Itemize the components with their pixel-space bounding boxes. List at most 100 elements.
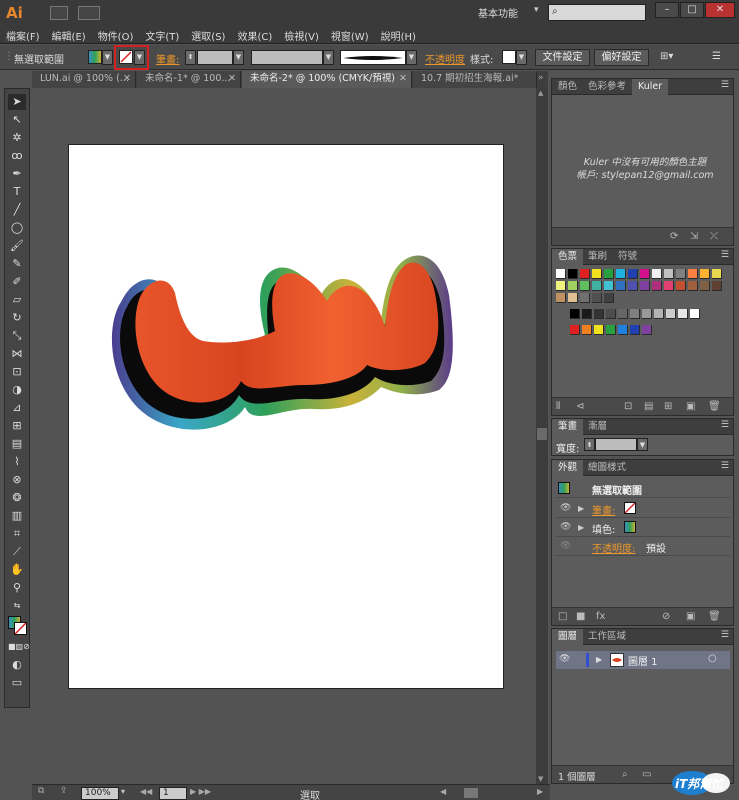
arrange-icon[interactable]: ⊞▾ bbox=[660, 51, 673, 62]
color-swatch[interactable] bbox=[556, 293, 566, 303]
tab-layers[interactable]: 圖層 bbox=[552, 629, 584, 645]
vertical-scrollbar[interactable]: ▲ ▼ bbox=[536, 88, 548, 784]
color-swatch[interactable] bbox=[640, 269, 650, 279]
eye-icon[interactable]: 👁 bbox=[560, 541, 571, 551]
color-swatch[interactable] bbox=[580, 281, 590, 291]
brush-dropdown-arrow[interactable]: ▼ bbox=[406, 50, 417, 65]
color-swatch[interactable] bbox=[700, 269, 710, 279]
color-swatch[interactable] bbox=[592, 281, 602, 291]
close-icon[interactable]: ✕ bbox=[123, 71, 131, 87]
variable-width-profile[interactable] bbox=[251, 50, 323, 65]
first-artboard-icon[interactable]: ◀◀ bbox=[140, 787, 152, 796]
share-icon[interactable]: ⇪ bbox=[60, 786, 68, 796]
panel-menu-icon[interactable]: ☰ bbox=[721, 630, 729, 640]
rotate-tool-icon[interactable]: ↻ bbox=[8, 310, 26, 326]
menu-effect[interactable]: 效果(C) bbox=[231, 26, 278, 44]
tab-untitled-1[interactable]: 未命名-1* @ 100... ✕ bbox=[137, 71, 241, 88]
appearance-fill-row[interactable]: 👁 ▶ 填色: bbox=[556, 519, 730, 537]
current-tool-status[interactable]: 選取 bbox=[300, 787, 320, 800]
color-group-swatch[interactable] bbox=[594, 325, 604, 335]
layer-name[interactable]: 圖層 1 bbox=[628, 653, 658, 668]
new-folder-icon[interactable]: ⊞ bbox=[664, 401, 672, 412]
color-group-swatch[interactable] bbox=[606, 325, 616, 335]
add-effect-icon[interactable]: fx bbox=[596, 611, 605, 622]
next-artboard-icon[interactable]: ▶ ▶▶ bbox=[190, 787, 211, 796]
eraser-tool-icon[interactable]: ▱ bbox=[8, 292, 26, 308]
color-swatch[interactable] bbox=[700, 281, 710, 291]
appearance-opacity-label[interactable]: 不透明度: bbox=[592, 540, 635, 555]
direct-selection-tool-icon[interactable]: ↖ bbox=[8, 112, 26, 128]
color-swatch[interactable] bbox=[556, 281, 566, 291]
color-swatch[interactable] bbox=[556, 269, 566, 279]
gray-swatch[interactable] bbox=[666, 309, 676, 319]
style-dropdown-arrow[interactable]: ▼ bbox=[516, 50, 527, 65]
settings-icon[interactable]: ⤫ bbox=[710, 231, 718, 242]
color-swatch[interactable] bbox=[568, 269, 578, 279]
bridge-icon[interactable] bbox=[50, 6, 68, 20]
free-transform-tool-icon[interactable]: ⊡ bbox=[8, 364, 26, 380]
scroll-down-icon[interactable]: ▼ bbox=[538, 775, 543, 783]
color-mode-icon[interactable]: ■▨⊘ bbox=[8, 639, 30, 655]
panel-menu-icon[interactable]: ☰ bbox=[721, 461, 729, 471]
appearance-stroke-row[interactable]: 👁 ▶ 筆畫: bbox=[556, 500, 730, 518]
tab-swatches[interactable]: 色票 bbox=[552, 249, 584, 265]
color-swatch[interactable] bbox=[688, 281, 698, 291]
weight-dropdown[interactable]: ▼ bbox=[637, 438, 648, 451]
zoom-level-field[interactable]: 100% bbox=[81, 787, 119, 800]
expand-triangle-icon[interactable]: ▶ bbox=[596, 655, 602, 664]
color-swatch[interactable] bbox=[676, 281, 686, 291]
color-swatch[interactable] bbox=[616, 281, 626, 291]
panel-menu-icon[interactable]: ☰ bbox=[721, 420, 729, 430]
selection-tool-icon[interactable]: ➤ bbox=[8, 94, 26, 110]
artboard-tool-icon[interactable]: ⌗ bbox=[8, 526, 26, 542]
color-swatch[interactable] bbox=[592, 293, 602, 303]
gray-swatch[interactable] bbox=[618, 309, 628, 319]
menu-edit[interactable]: 編輯(E) bbox=[46, 26, 92, 44]
clipping-mask-icon[interactable]: ▭ bbox=[642, 769, 651, 780]
maximize-button[interactable]: □ bbox=[680, 2, 704, 18]
menu-view[interactable]: 檢視(V) bbox=[278, 26, 325, 44]
perspective-grid-tool-icon[interactable]: ⊿ bbox=[8, 400, 26, 416]
swatch-kind-icon[interactable]: ⊲ bbox=[576, 401, 584, 412]
stroke-weight-field[interactable] bbox=[197, 50, 233, 65]
screen-mode-icon[interactable]: ▭ bbox=[8, 675, 26, 691]
menu-select[interactable]: 選取(S) bbox=[185, 26, 231, 44]
gray-swatch[interactable] bbox=[570, 309, 580, 319]
color-group-swatch[interactable] bbox=[630, 325, 640, 335]
eye-icon[interactable]: 👁 bbox=[560, 503, 571, 513]
menu-window[interactable]: 視窗(W) bbox=[325, 26, 375, 44]
blob-brush-tool-icon[interactable]: ✐ bbox=[8, 274, 26, 290]
draw-mode-icon[interactable]: ◐ bbox=[8, 657, 26, 673]
horizontal-scroll-thumb[interactable] bbox=[464, 788, 478, 798]
pencil-tool-icon[interactable]: ✎ bbox=[8, 256, 26, 272]
gray-swatch[interactable] bbox=[654, 309, 664, 319]
weight-stepper[interactable]: ⬍ bbox=[584, 438, 595, 451]
stroke-weight-dropdown[interactable]: ▼ bbox=[233, 50, 244, 65]
magic-wand-tool-icon[interactable]: ✲ bbox=[8, 130, 26, 146]
refresh-icon[interactable]: ⟳ bbox=[670, 231, 678, 242]
clear-appearance-icon[interactable]: ⊘ bbox=[662, 611, 670, 622]
add-fill-icon[interactable]: ■ bbox=[576, 611, 585, 622]
color-swatch[interactable] bbox=[652, 281, 662, 291]
type-tool-icon[interactable]: T bbox=[8, 184, 26, 200]
workspace-switcher[interactable]: 基本功能 bbox=[478, 5, 536, 21]
gradient-tool-icon[interactable]: ▤ bbox=[8, 436, 26, 452]
add-stroke-icon[interactable]: □ bbox=[558, 611, 567, 622]
line-tool-icon[interactable]: ╱ bbox=[8, 202, 26, 218]
gray-swatch[interactable] bbox=[642, 309, 652, 319]
tab-symbols[interactable]: 符號 bbox=[612, 249, 643, 265]
panel-menu-icon[interactable]: ☰ bbox=[721, 80, 729, 90]
tab-graphic-styles[interactable]: 繪圖樣式 bbox=[582, 460, 632, 476]
locate-object-icon[interactable]: ⌕ bbox=[622, 769, 628, 780]
swatch-libraries-icon[interactable]: ⫴ bbox=[556, 401, 560, 412]
gray-swatch[interactable] bbox=[582, 309, 592, 319]
gray-swatch[interactable] bbox=[606, 309, 616, 319]
tab-stroke[interactable]: 筆畫 bbox=[552, 419, 584, 435]
color-swatch[interactable] bbox=[652, 269, 662, 279]
delete-swatch-icon[interactable]: 🗑 bbox=[708, 401, 721, 412]
minimize-button[interactable]: – bbox=[655, 2, 679, 18]
color-swatch[interactable] bbox=[604, 269, 614, 279]
color-swatch[interactable] bbox=[568, 293, 578, 303]
preferences-button[interactable]: 偏好設定 bbox=[594, 49, 649, 66]
symbol-sprayer-tool-icon[interactable]: ❂ bbox=[8, 490, 26, 506]
